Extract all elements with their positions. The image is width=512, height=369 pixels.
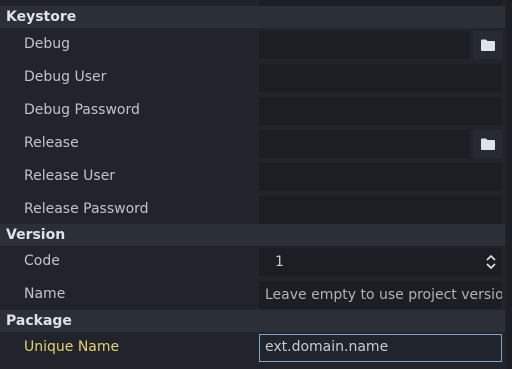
section-package-title: Package [6, 313, 72, 329]
row-release: Release [0, 127, 505, 160]
row-version-code: Code 1 [0, 245, 505, 278]
debug-browse-button[interactable] [473, 31, 502, 59]
section-keystore-title: Keystore [6, 9, 77, 25]
unique-name-field[interactable]: ext.domain.name [259, 334, 502, 362]
section-version-title: Version [6, 227, 66, 243]
debug-label: Debug [24, 36, 71, 52]
version-code-spinbox[interactable]: 1 [259, 248, 502, 276]
release-password-field[interactable] [259, 196, 502, 224]
row-release-user: Release User [0, 160, 505, 193]
row-debug: Debug [0, 28, 505, 61]
release-label: Release [24, 135, 79, 151]
release-browse-button[interactable] [473, 130, 502, 158]
spinner-updown-icon[interactable] [486, 248, 496, 276]
version-code-label: Code [24, 253, 60, 269]
release-field[interactable] [259, 130, 470, 158]
debug-password-label: Debug Password [24, 102, 140, 118]
section-keystore[interactable]: Keystore [0, 6, 505, 28]
release-user-field[interactable] [259, 163, 502, 191]
row-debug-password: Debug Password [0, 94, 505, 127]
release-password-label: Release Password [24, 201, 149, 217]
row-debug-user: Debug User [0, 61, 505, 94]
section-version[interactable]: Version [0, 224, 505, 246]
debug-user-label: Debug User [24, 69, 107, 85]
unique-name-label: Unique Name [24, 339, 120, 355]
version-code-value: 1 [275, 254, 284, 270]
debug-user-field[interactable] [259, 64, 502, 92]
row-version-name: Name Leave empty to use project version [0, 278, 505, 311]
version-name-label: Name [24, 286, 66, 302]
debug-field[interactable] [259, 31, 470, 59]
folder-icon [480, 39, 495, 51]
folder-icon [480, 138, 495, 150]
scrollbar[interactable] [506, 0, 512, 369]
debug-password-field[interactable] [259, 97, 502, 125]
row-release-password: Release Password [0, 193, 505, 226]
version-name-field[interactable]: Leave empty to use project version [259, 281, 502, 309]
export-options-panel: Keystore Debug Debug User Debug Password… [0, 0, 512, 369]
row-unique-name: Unique Name ext.domain.name [0, 331, 505, 364]
release-user-label: Release User [24, 168, 116, 184]
section-package[interactable]: Package [0, 310, 505, 332]
